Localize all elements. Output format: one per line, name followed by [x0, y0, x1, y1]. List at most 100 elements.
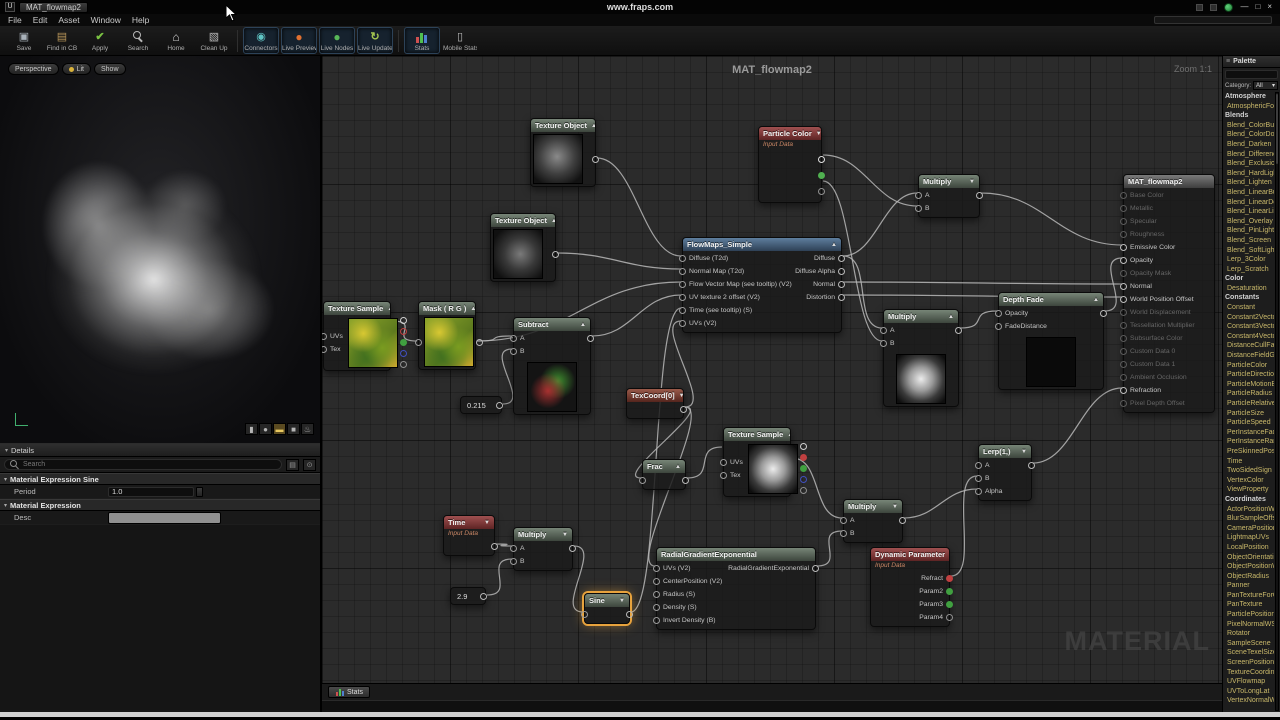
output-pin[interactable] — [480, 592, 487, 600]
palette-item[interactable]: ParticleRadius — [1223, 389, 1274, 399]
palette-item[interactable]: SceneTexelSize — [1223, 648, 1274, 658]
palette-item[interactable]: Constant3Vector — [1223, 322, 1274, 332]
output-pin[interactable] — [496, 401, 503, 409]
output-pin[interactable] — [818, 155, 825, 163]
palette-item[interactable]: Blend_Darken — [1223, 140, 1274, 150]
input-pin[interactable] — [975, 475, 982, 482]
collapse-icon[interactable]: ▼ — [484, 520, 490, 526]
node-multiply-bl[interactable]: Multiply ▼ A B — [510, 527, 576, 571]
output-pin[interactable] — [838, 255, 845, 262]
input-pin[interactable] — [653, 591, 660, 598]
palette-item[interactable]: Constant2Vector — [1223, 313, 1274, 323]
node-flowmaps-simple[interactable]: FlowMaps_Simple ▲ Diffuse (T2d) Diffuse Norm… — [679, 237, 845, 333]
input-pin[interactable] — [653, 617, 660, 624]
palette-item[interactable]: CameraPositionWS — [1223, 524, 1274, 534]
toolbar-button-clean[interactable]: Clean Up — [196, 27, 232, 54]
settings-icon[interactable]: ⊙ — [303, 458, 316, 471]
details-section-sine[interactable]: ▾ Material Expression Sine — [0, 473, 320, 485]
node-radial-gradient-exponential[interactable]: RadialGradientExponential UVs (V2) RadialG… — [653, 547, 819, 630]
collapse-icon[interactable]: ▼ — [562, 532, 568, 538]
node-texture-object-2[interactable]: Texture Object ▲ — [490, 213, 559, 282]
input-pin[interactable] — [1120, 322, 1127, 329]
palette-item[interactable]: ParticleSpeed — [1223, 418, 1274, 428]
input-pin[interactable] — [1120, 257, 1127, 264]
menu-asset[interactable]: Asset — [58, 15, 79, 25]
output-pin[interactable] — [946, 588, 953, 595]
output-pin[interactable] — [946, 575, 953, 582]
menu-window[interactable]: Window — [91, 15, 121, 25]
palette-item[interactable]: Blend_LinearDodge — [1223, 198, 1274, 208]
recording-status-icon[interactable] — [1224, 2, 1234, 12]
output-pin[interactable] — [587, 335, 594, 342]
collapse-icon[interactable]: ▲ — [591, 123, 595, 129]
palette-item[interactable]: ParticleRelativeTime — [1223, 399, 1274, 409]
filter-icon[interactable]: ▤ — [286, 458, 299, 471]
input-pin[interactable] — [840, 530, 847, 537]
palette-item[interactable]: PanTexture — [1223, 600, 1274, 610]
palette-item[interactable]: AtmosphericFogColor — [1223, 102, 1274, 112]
menu-edit[interactable]: Edit — [33, 15, 48, 25]
output-pin[interactable] — [946, 601, 953, 608]
input-pin[interactable] — [679, 307, 686, 314]
palette-item[interactable]: ParticleMotionBlurFade — [1223, 380, 1274, 390]
input-pin[interactable] — [510, 348, 517, 355]
toolbar-button-connectors[interactable]: Connectors — [243, 27, 279, 54]
output-pin[interactable] — [1100, 310, 1107, 317]
show-dropdown[interactable]: Show — [93, 63, 126, 75]
palette-item[interactable]: ObjectPositionWS — [1223, 562, 1274, 572]
palette-item[interactable]: Constant — [1223, 303, 1274, 313]
input-pin[interactable] — [1120, 218, 1127, 225]
input-pin[interactable] — [1120, 231, 1127, 238]
palette-item[interactable]: Blend_Exclusion — [1223, 159, 1274, 169]
stats-tab[interactable]: Stats — [328, 686, 370, 698]
period-value-field[interactable]: 1.0 — [108, 486, 194, 497]
input-pin[interactable] — [1120, 361, 1127, 368]
preview-shape-cylinder[interactable]: ▮ — [245, 423, 258, 435]
node-constant-0215[interactable]: 0.215 — [460, 396, 503, 414]
input-pin[interactable] — [1120, 387, 1127, 394]
output-pin[interactable] — [491, 543, 498, 550]
input-pin[interactable] — [1120, 400, 1127, 407]
input-pin[interactable] — [653, 578, 660, 585]
palette-item[interactable]: Blend_SoftLight — [1223, 246, 1274, 256]
palette-item[interactable]: Blend_Screen — [1223, 236, 1274, 246]
input-pin[interactable] — [915, 205, 922, 212]
collapse-icon[interactable]: ▼ — [816, 131, 821, 137]
input-pin[interactable] — [639, 477, 646, 484]
collapse-icon[interactable]: ▲ — [675, 464, 681, 470]
input-pin[interactable] — [653, 565, 660, 572]
palette-item[interactable]: ActorPositionWS — [1223, 505, 1274, 515]
output-pin[interactable] — [799, 443, 807, 450]
toolbar-button-save[interactable]: Save — [6, 27, 42, 54]
palette-scrollbar-thumb[interactable] — [1276, 94, 1278, 164]
palette-item[interactable]: Blend_LinearBurn — [1223, 188, 1274, 198]
input-pin[interactable] — [720, 471, 727, 479]
material-preview-viewport[interactable]: Perspective Lit Show ▮ ● ▬ ■ ♨ — [0, 56, 320, 443]
input-pin[interactable] — [995, 323, 1002, 330]
palette-item[interactable]: SampleScene — [1223, 639, 1274, 649]
input-pin[interactable] — [581, 611, 588, 618]
palette-item[interactable]: PanTextureForQuads — [1223, 591, 1274, 601]
output-pin[interactable] — [552, 250, 559, 258]
collapse-icon[interactable]: ▼ — [1021, 449, 1027, 455]
input-pin[interactable] — [679, 268, 686, 275]
menubar-search-input[interactable] — [1154, 16, 1272, 24]
palette-search-input[interactable] — [1225, 69, 1278, 79]
input-pin[interactable] — [1120, 335, 1127, 342]
output-pin[interactable] — [812, 565, 819, 572]
palette-item[interactable]: Blend_LinearLight — [1223, 207, 1274, 217]
palette-item[interactable]: PerInstanceRandom — [1223, 437, 1274, 447]
collapse-icon[interactable]: ▲ — [1093, 297, 1099, 303]
menu-help[interactable]: Help — [132, 15, 149, 25]
palette-item[interactable]: ScreenPosition — [1223, 658, 1274, 668]
node-mat-flowmap2[interactable]: MAT_flowmap2 Base Color Metallic Specular Ro… — [1120, 174, 1215, 413]
node-depth-fade[interactable]: Depth Fade ▲ Opacity FadeDistance — [995, 292, 1107, 390]
output-pin[interactable] — [838, 294, 845, 301]
lit-mode-dropdown[interactable]: Lit — [61, 63, 91, 75]
toolbar-button-findcb[interactable]: Find in CB — [44, 27, 80, 54]
minimize-button[interactable]: — — [1240, 2, 1248, 12]
node-texcoord-0[interactable]: TexCoord[0] ▼ — [626, 388, 687, 419]
input-pin[interactable] — [1120, 192, 1127, 199]
output-pin[interactable] — [476, 338, 483, 346]
toolbar-button-liveupdate[interactable]: Live Update — [357, 27, 393, 54]
